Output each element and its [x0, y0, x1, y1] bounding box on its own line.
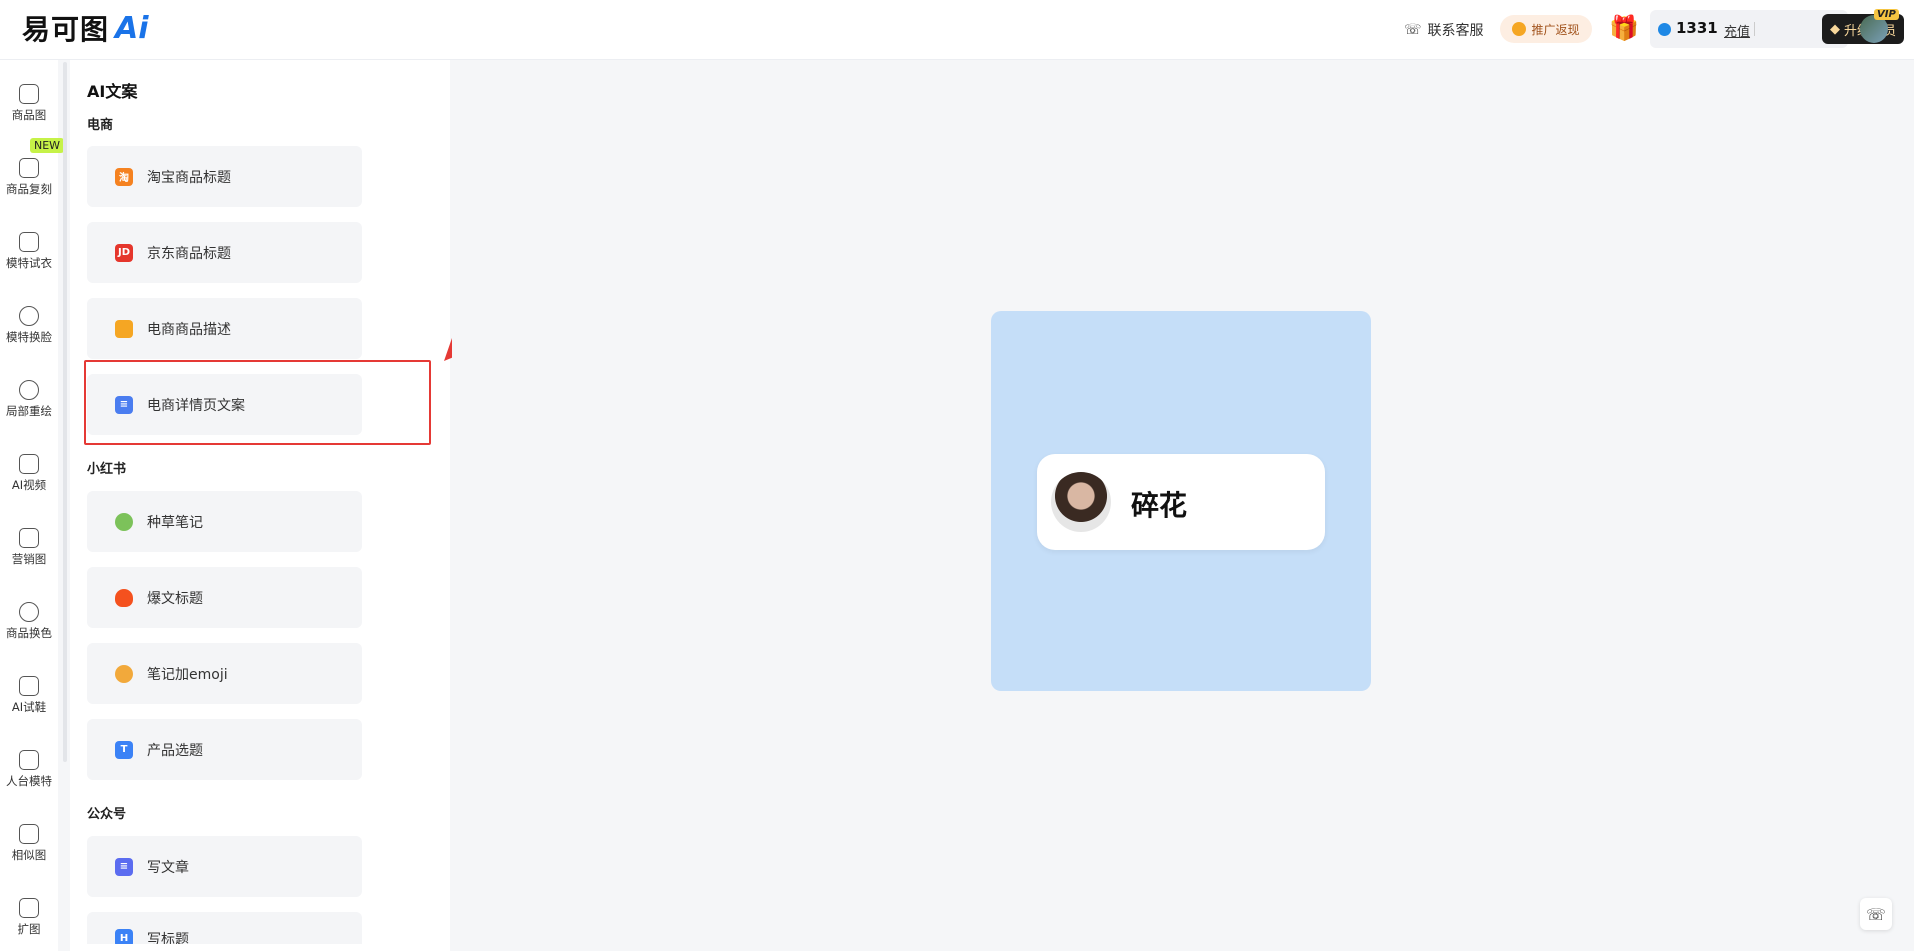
promo-cashback-button[interactable]: 推广返现 — [1500, 15, 1592, 43]
jd-icon: JD — [115, 243, 133, 262]
tool-label: 爆文标题 — [147, 590, 203, 607]
credit-icon — [1658, 23, 1671, 36]
nav-item-ai-video[interactable]: AI视频 — [0, 454, 58, 514]
t-icon: T — [115, 740, 133, 759]
nav-item-inpaint[interactable]: 局部重绘 — [0, 380, 58, 440]
nav-label: AI视频 — [11, 478, 47, 492]
video-icon — [19, 454, 39, 474]
nav-label: 商品图 — [11, 108, 47, 122]
preview-card: 碎花 — [991, 311, 1371, 691]
credit-count: 1331 — [1676, 19, 1718, 37]
support-headset-icon[interactable]: ☏ — [1860, 898, 1892, 930]
tool-label: 写文章 — [147, 859, 189, 876]
panel-title: AI文案 — [87, 82, 138, 101]
tool-label: 笔记加emoji — [147, 666, 228, 683]
bag-icon — [19, 84, 39, 104]
nav-label: 模特试衣 — [6, 256, 52, 270]
drop-icon — [19, 602, 39, 622]
bag-icon — [19, 158, 39, 178]
nav-label: 商品换色 — [6, 626, 52, 640]
tool-write-title[interactable]: H 写标题 — [87, 912, 362, 944]
image-icon — [19, 824, 39, 844]
tool-label: 电商商品描述 — [147, 321, 231, 338]
emoji-icon — [115, 664, 133, 683]
nav-item-similar[interactable]: 相似图 — [0, 824, 58, 884]
tool-label: 种草笔记 — [147, 514, 203, 531]
promo-label: 推广返现 — [1531, 22, 1580, 37]
nav-label: 商品复刻 — [6, 182, 52, 196]
nav-label: 扩图 — [17, 922, 41, 936]
contact-service-button[interactable]: ☏ 联系客服 — [1404, 19, 1494, 41]
model-avatar — [1051, 472, 1111, 532]
expand-icon — [19, 898, 39, 918]
logo[interactable]: 易可图 Ai — [22, 10, 149, 47]
nav-label: 局部重绘 — [6, 404, 52, 418]
article-icon: ≡ — [115, 857, 133, 876]
tool-label: 写标题 — [147, 932, 189, 944]
face-icon — [19, 380, 39, 400]
sprout-icon — [115, 512, 133, 531]
face-icon — [19, 306, 39, 326]
mannequin-icon — [19, 750, 39, 770]
nav-item-ai-shoes[interactable]: AI试鞋 — [0, 676, 58, 736]
contact-service-label: 联系客服 — [1427, 23, 1484, 39]
tool-note-emoji[interactable]: 笔记加emoji — [87, 643, 362, 704]
h-icon: H — [115, 929, 133, 944]
nav-item-model-try-on[interactable]: 模特试衣 — [0, 232, 58, 292]
logo-text: 易可图 — [22, 13, 110, 46]
nav-item-recolor[interactable]: 商品换色 — [0, 602, 58, 662]
ai-copy-panel: AI文案 电商 淘 淘宝商品标题 JD 京东商品标题 电商商品描述 ≡ 电商详情… — [70, 60, 450, 951]
model-name: 碎花 — [1131, 489, 1188, 522]
diamond-icon: ◆ — [1829, 21, 1840, 37]
headset-icon: ☏ — [1404, 22, 1422, 38]
section-xiaohongshu: 小红书 — [87, 462, 127, 477]
tool-write-article[interactable]: ≡ 写文章 — [87, 836, 362, 897]
tool-label: 京东商品标题 — [147, 245, 231, 262]
nav-label: 模特换脸 — [6, 330, 52, 344]
nav-item-product-image[interactable]: 商品图 — [0, 84, 58, 144]
taobao-icon: 淘 — [115, 167, 133, 186]
shirt-icon — [19, 232, 39, 252]
nav-item-mannequin[interactable]: 人台模特 — [0, 750, 58, 810]
divider — [1754, 22, 1755, 36]
tool-viral-title[interactable]: 爆文标题 — [87, 567, 362, 628]
credits-box: 1331 充值 — [1650, 10, 1848, 48]
model-chip[interactable]: 碎花 — [1037, 454, 1325, 550]
doc-icon — [19, 528, 39, 548]
shoe-icon — [19, 676, 39, 696]
section-ecommerce: 电商 — [87, 118, 114, 133]
tool-label: 产品选题 — [147, 742, 203, 759]
gift-icon[interactable]: 🎁 — [1609, 14, 1639, 42]
nav-item-face-swap[interactable]: 模特换脸 — [0, 306, 58, 366]
nav-scrollbar[interactable] — [63, 62, 67, 762]
nav-item-expand[interactable]: 扩图 — [0, 898, 58, 951]
nav-item-marketing[interactable]: 营销图 — [0, 528, 58, 588]
tool-product-topic[interactable]: T 产品选题 — [87, 719, 362, 780]
nav-label: 人台模特 — [6, 774, 52, 788]
section-official-account: 公众号 — [87, 807, 127, 822]
highlight-box — [84, 360, 431, 445]
coin-icon — [1512, 22, 1527, 36]
tool-jd-title[interactable]: JD 京东商品标题 — [87, 222, 362, 283]
tool-seeding-note[interactable]: 种草笔记 — [87, 491, 362, 552]
logo-ai: Ai — [115, 10, 149, 46]
tool-label: 淘宝商品标题 — [147, 169, 231, 186]
fire-icon — [115, 588, 133, 607]
nav-label: AI试鞋 — [11, 700, 47, 714]
top-header: 易可图 Ai ☏ 联系客服 推广返现 🎁 1331 充值 ◆ 升级会员 VIP — [0, 0, 1914, 60]
tool-product-description[interactable]: 电商商品描述 — [87, 298, 362, 359]
tool-taobao-title[interactable]: 淘 淘宝商品标题 — [87, 146, 362, 207]
nav-item-product-copy[interactable]: 商品复刻 — [0, 158, 58, 218]
recharge-link[interactable]: 充值 — [1724, 21, 1750, 40]
vip-badge: VIP — [1874, 9, 1899, 20]
new-badge: NEW — [30, 138, 65, 153]
nav-label: 营销图 — [11, 552, 47, 566]
nav-label: 相似图 — [11, 848, 47, 862]
left-nav: 商品图 商品复刻 模特试衣 模特换脸 局部重绘 AI视频 营销图 商品换色 AI… — [0, 60, 65, 951]
shopping-bag-icon — [115, 319, 133, 338]
